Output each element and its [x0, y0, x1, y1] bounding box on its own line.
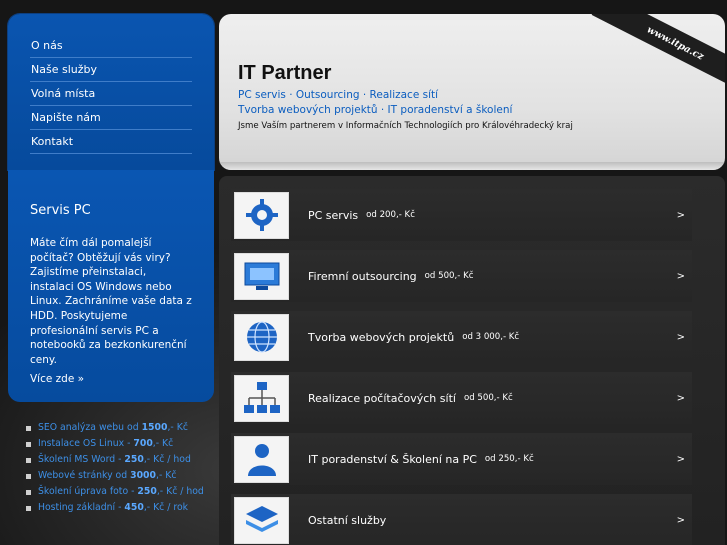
servis-title: Servis PC [30, 203, 91, 218]
price-list: SEO analýza webu od 1500,- Kč Instalace … [26, 420, 216, 516]
service-label: IT poradenství & Školení na PC [308, 452, 477, 466]
service-label: Tvorba webových projektů [308, 330, 455, 344]
nav-link[interactable]: O nás [30, 39, 63, 52]
price-item[interactable]: Školení MS Word - 250,- Kč / hod [26, 452, 216, 468]
site-title: IT Partner [238, 62, 332, 84]
arrow-icon: > [676, 392, 685, 404]
arrow-icon: > [676, 453, 685, 465]
service-label: Realizace počítačových sítí [308, 391, 456, 405]
service-price: od 250,- Kč [484, 454, 534, 464]
service-pc-servis[interactable]: PC servis od 200,- Kč > [231, 189, 692, 241]
header-tagline: Jsme Vaším partnerem v Informačních Tech… [238, 121, 573, 131]
globe-icon [234, 313, 289, 361]
arrow-icon: > [676, 514, 685, 526]
arrow-icon: > [676, 209, 685, 221]
servis-box: Servis PC Máte čím dál pomalejší počítač… [8, 170, 214, 402]
service-outsourcing[interactable]: Firemní outsourcing od 500,- Kč > [231, 250, 692, 302]
price-item[interactable]: Instalace OS Linux - 700,- Kč [26, 436, 216, 452]
nav-link[interactable]: Kontakt [30, 135, 73, 148]
service-label: Ostatní služby [308, 513, 387, 527]
nav-item-sluzby[interactable]: Naše služby [30, 58, 192, 82]
more-link[interactable]: Více zde » [30, 373, 84, 385]
url-ribbon: www.itpa.cz [591, 14, 725, 95]
servis-text: Máte čím dál pomalejší počítač? Obtěžují… [30, 237, 192, 366]
service-price: od 500,- Kč [463, 393, 513, 403]
price-item[interactable]: SEO analýza webu od 1500,- Kč [26, 420, 216, 436]
network-icon [234, 374, 289, 422]
header-services-line: Tvorba webových projektů · IT poradenstv… [238, 104, 513, 116]
service-price: od 200,- Kč [366, 210, 415, 220]
arrow-icon: > [676, 270, 685, 282]
nav-item-napiste-nam[interactable]: Napište nám [30, 106, 192, 130]
price-item[interactable]: Webové stránky od 3000,- Kč [26, 468, 216, 484]
service-label: Firemní outsourcing [308, 269, 417, 283]
service-consulting[interactable]: IT poradenství & Školení na PC od 250,- … [231, 433, 692, 485]
gear-icon [234, 191, 289, 239]
site-header: IT Partner PC servis · Outsourcing · Rea… [219, 14, 725, 170]
service-price: od 500,- Kč [424, 271, 474, 281]
nav-item-o-nas[interactable]: O nás [30, 34, 192, 58]
nav-link[interactable]: Volná místa [30, 87, 95, 100]
service-price: od 3 000,- Kč [462, 332, 520, 342]
nav-item-volna-mista[interactable]: Volná místa [30, 82, 192, 106]
header-services-line: PC servis · Outsourcing · Realizace sítí [238, 89, 439, 101]
user-icon [234, 435, 289, 483]
nav-link[interactable]: Napište nám [30, 111, 101, 124]
arrow-icon: > [676, 331, 685, 343]
price-item[interactable]: Hosting základní - 450,- Kč / rok [26, 500, 216, 516]
service-other[interactable]: Ostatní služby > [231, 494, 692, 545]
nav-link[interactable]: Naše služby [30, 63, 97, 76]
service-network[interactable]: Realizace počítačových sítí od 500,- Kč … [231, 372, 692, 424]
stack-icon [234, 496, 289, 544]
service-label: PC servis [308, 208, 359, 222]
main-nav: O nás Naše služby Volná místa Napište ná… [8, 14, 214, 170]
monitor-icon [234, 252, 289, 300]
price-item[interactable]: Školení úprava foto - 250,- Kč / hod [26, 484, 216, 500]
nav-item-kontakt[interactable]: Kontakt [30, 130, 192, 154]
service-web[interactable]: Tvorba webových projektů od 3 000,- Kč > [231, 311, 692, 363]
